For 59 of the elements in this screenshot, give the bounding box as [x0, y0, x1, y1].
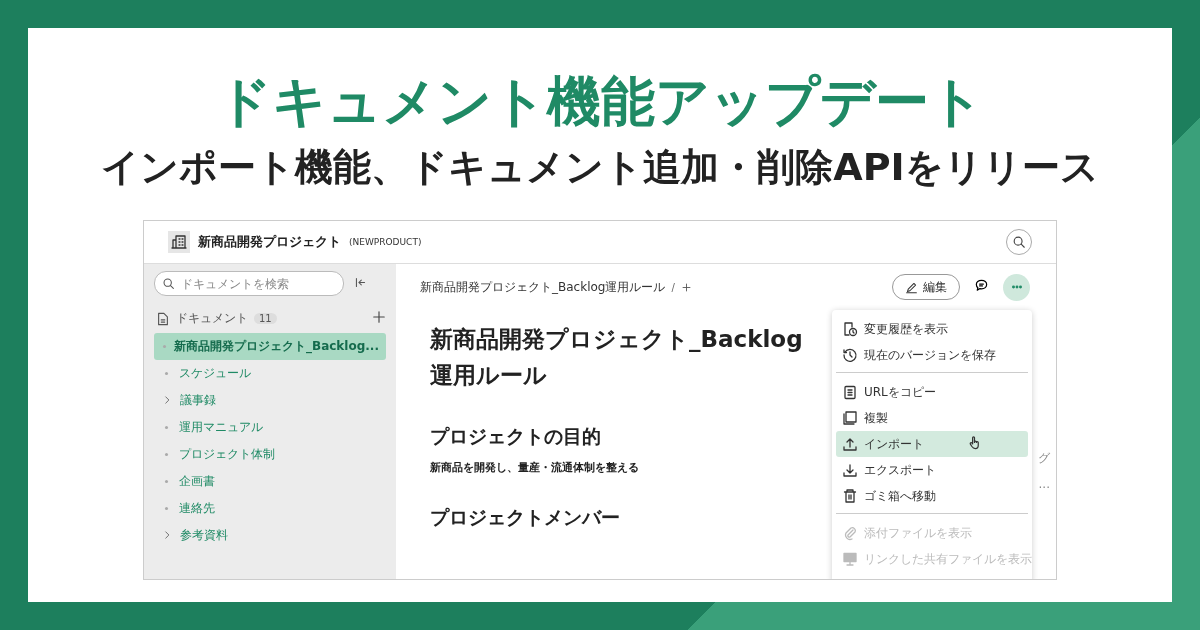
history-icon	[842, 321, 858, 338]
partial-text: ...	[1038, 477, 1050, 492]
project-key: (NEWPRODUCT)	[349, 237, 422, 248]
menu-item[interactable]: 現在のバージョンを保存	[836, 342, 1028, 369]
download-icon	[842, 462, 858, 479]
menu-item[interactable]: ゴミ箱へ移動	[836, 483, 1028, 510]
bullet-icon	[165, 426, 168, 430]
breadcrumb-separator: /	[671, 281, 675, 293]
bullet-icon	[165, 372, 168, 376]
section-label: ドキュメント	[176, 310, 248, 328]
trash-icon	[842, 488, 858, 505]
search-icon	[1012, 235, 1026, 250]
section-heading: プロジェクトの目的	[430, 423, 602, 449]
paragraph: 新商品を開発し、量産・流通体制を整える	[430, 459, 640, 475]
document-icon	[156, 311, 170, 326]
paperclip-icon	[842, 525, 858, 542]
section-heading: プロジェクトメンバー	[430, 504, 621, 530]
document-item[interactable]: スケジュール	[154, 360, 386, 388]
menu-item[interactable]: URLをコピー	[836, 379, 1028, 406]
bullet-icon	[163, 345, 166, 349]
document-item[interactable]: 連絡先	[154, 495, 386, 523]
comment-icon	[974, 277, 989, 293]
menu-item[interactable]: 複製	[836, 405, 1028, 432]
hand-pointer-icon	[967, 435, 982, 451]
add-icon	[372, 310, 386, 325]
monitor-icon	[842, 551, 858, 568]
project-name: 新商品開発プロジェクト	[198, 233, 341, 252]
search-icon	[162, 277, 175, 291]
more-button[interactable]	[1003, 273, 1030, 301]
banner-subtitle: インポート機能、ドキュメント追加・削除APIをリリース	[101, 144, 1099, 191]
bullet-icon	[165, 480, 168, 484]
edit-button[interactable]: 編集	[892, 274, 960, 301]
banner-title: ドキュメント機能アップデート	[216, 70, 984, 135]
bullet-icon	[165, 453, 168, 457]
menu-item[interactable]: 変更履歴を表示	[836, 316, 1028, 343]
upload-icon	[842, 436, 858, 453]
document-item[interactable]: 企画書	[154, 468, 386, 496]
clock-icon	[842, 347, 858, 364]
clipboard-icon	[842, 384, 858, 401]
menu-item[interactable]: インポート	[836, 431, 1028, 458]
menu-item[interactable]: エクスポート	[836, 457, 1028, 484]
document-title: 新商品開発プロジェクト_Backlog運用ルール	[430, 325, 804, 391]
document-item[interactable]: プロジェクト体制	[154, 441, 386, 469]
collapse-sidebar-icon	[354, 276, 367, 290]
document-item[interactable]: 運用マニュアル	[154, 414, 386, 442]
document-count: 11	[254, 313, 277, 325]
document-item[interactable]: 参考資料	[154, 522, 386, 550]
document-item[interactable]: 新商品開発プロジェクト_Backlog...	[154, 333, 386, 361]
chevron-right-icon	[162, 529, 172, 540]
partial-text: グ	[1038, 450, 1050, 468]
document-item[interactable]: 議事録	[154, 387, 386, 415]
chevron-right-icon	[162, 394, 172, 405]
search-button[interactable]	[1006, 229, 1032, 256]
bullet-icon	[165, 507, 168, 511]
pencil-icon	[905, 280, 918, 294]
add-icon	[680, 281, 692, 293]
search-field[interactable]: ドキュメントを検索	[154, 271, 344, 297]
copy-icon	[842, 410, 858, 427]
breadcrumb-link[interactable]: 新商品開発プロジェクト_Backlog運用ルール	[420, 278, 666, 296]
